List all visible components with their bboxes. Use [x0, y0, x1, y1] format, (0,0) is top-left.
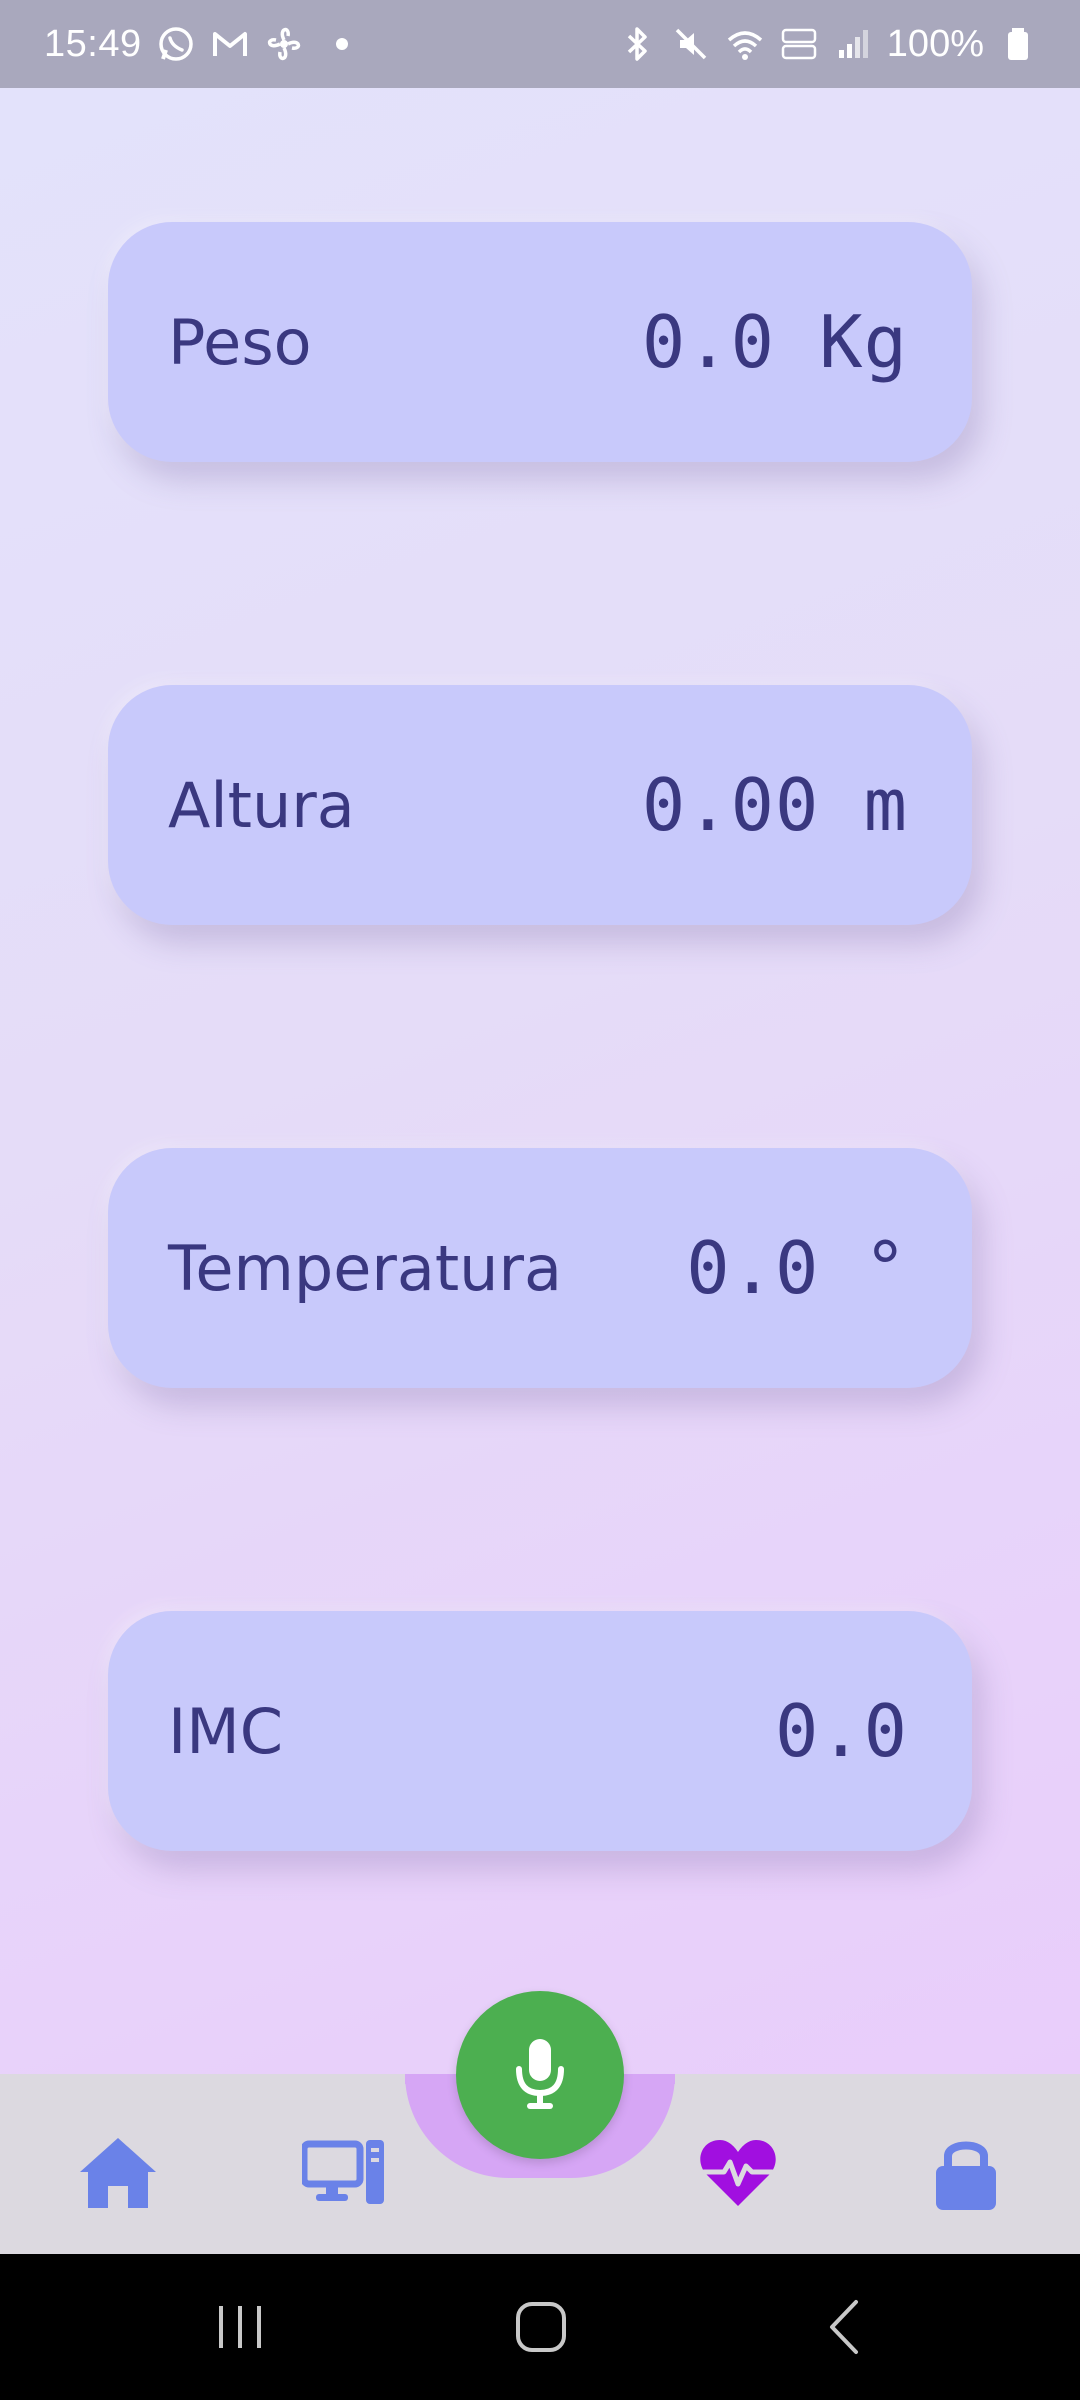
system-navigation-bar [0, 2254, 1080, 2400]
nav-lock-button[interactable] [924, 2130, 1008, 2214]
back-icon [830, 2300, 858, 2354]
mute-icon [671, 24, 711, 64]
status-time: 15:49 [44, 22, 142, 65]
temperatura-label: Temperatura [168, 1231, 562, 1305]
status-right: 100% [617, 23, 1038, 66]
fan-icon [264, 24, 304, 64]
nav-notch-edge [405, 2074, 449, 2084]
recent-apps-icon [219, 2306, 261, 2348]
volte-lte-icon [779, 24, 819, 64]
imc-label: IMC [168, 1694, 284, 1768]
lock-icon [936, 2141, 996, 2210]
nav-health-button[interactable] [696, 2130, 780, 2214]
temperatura-card: Temperatura 0.0 ° [108, 1148, 972, 1388]
status-bar: 15:49 100% [0, 0, 1080, 88]
peso-value: 0.0 Kg [641, 300, 908, 384]
notification-dot [335, 38, 348, 50]
system-home-button[interactable] [506, 2292, 576, 2362]
recent-apps-button[interactable] [205, 2292, 275, 2362]
heart-pulse-icon [700, 2140, 776, 2206]
signal-icon [833, 24, 873, 64]
gmail-icon [210, 24, 250, 64]
imc-card: IMC 0.0 [108, 1611, 972, 1851]
nav-devices-button[interactable] [302, 2130, 386, 2214]
imc-value: 0.0 [774, 1689, 908, 1773]
battery-icon [998, 24, 1038, 64]
peso-card: Peso 0.0 Kg [108, 222, 972, 462]
temperatura-value: 0.0 ° [686, 1226, 908, 1310]
nav-notch-edge [631, 2074, 675, 2084]
desktop-computer-icon [302, 2140, 384, 2204]
battery-percent: 100% [886, 22, 984, 65]
microphone-button[interactable] [456, 1991, 624, 2159]
status-left: 15:49 [44, 23, 348, 66]
back-button[interactable] [810, 2292, 880, 2362]
nav-home-button[interactable] [76, 2130, 160, 2214]
altura-card: Altura 0.00 m [108, 685, 972, 925]
bluetooth-icon [617, 24, 657, 64]
microphone-icon [516, 2039, 564, 2109]
peso-label: Peso [168, 305, 312, 379]
whatsapp-icon [156, 24, 196, 64]
altura-value: 0.00 m [641, 763, 908, 847]
altura-label: Altura [168, 768, 355, 842]
home-icon [80, 2138, 156, 2208]
home-button-icon [516, 2302, 566, 2352]
wifi-icon [725, 24, 765, 64]
